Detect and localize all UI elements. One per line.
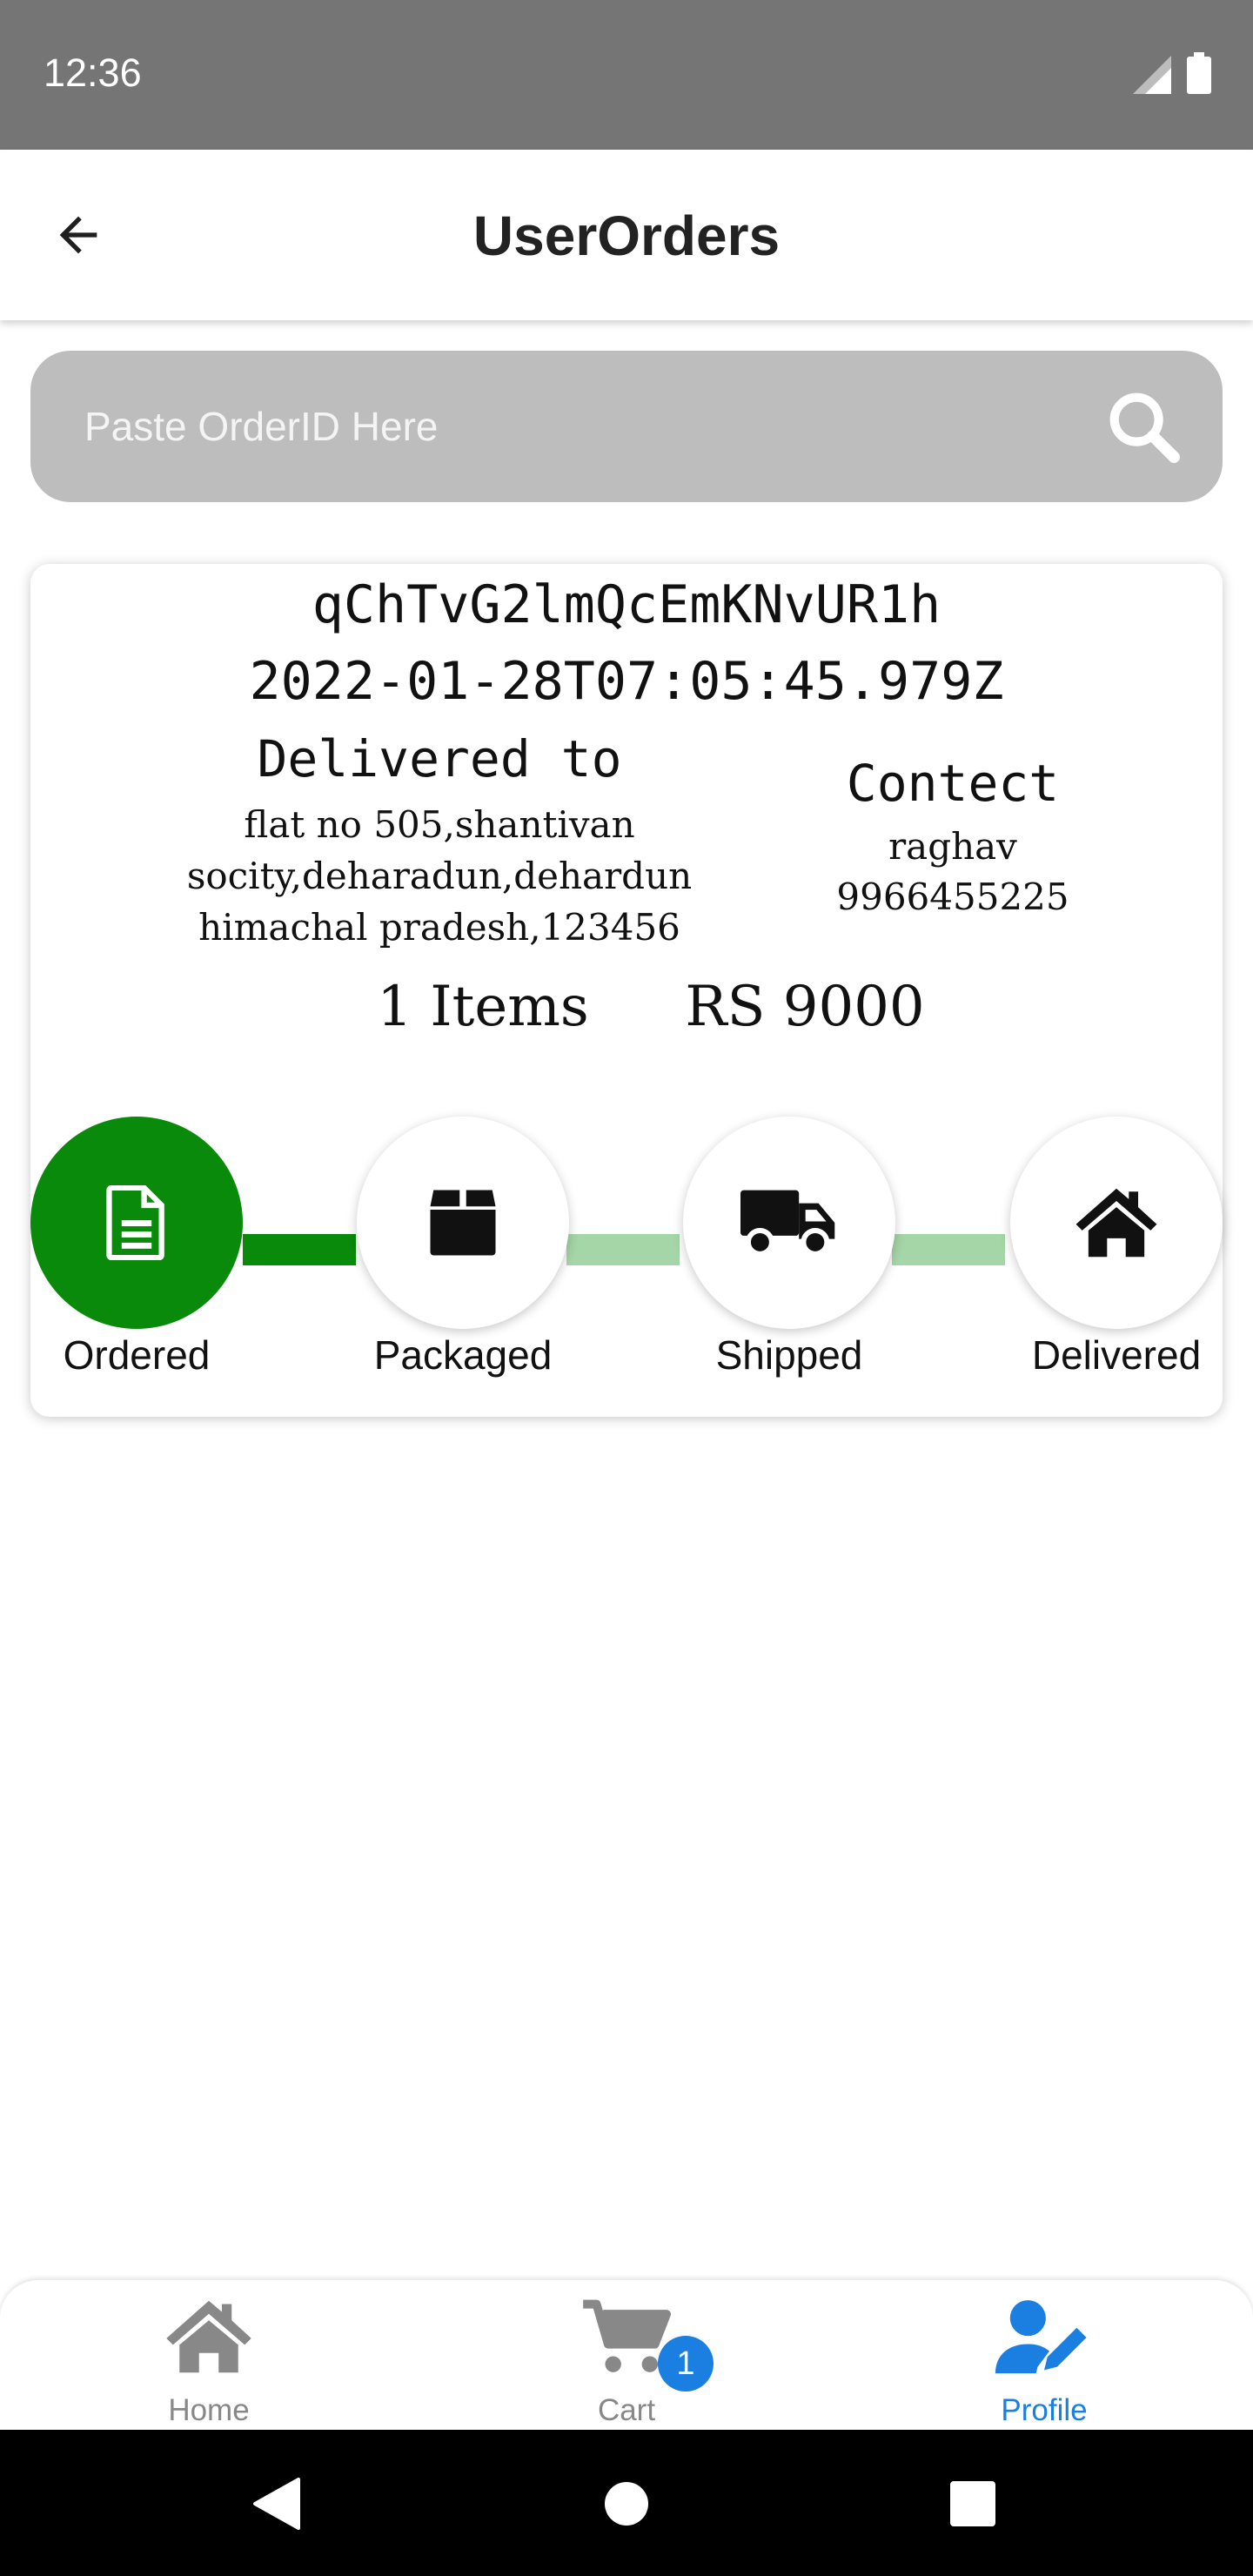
triangle-back-icon (253, 2478, 300, 2530)
items-count: 1 Items (377, 975, 589, 1039)
step-label: Packaged (373, 1332, 553, 1378)
step-packaged (357, 1117, 569, 1329)
user-edit-icon (995, 2300, 1087, 2374)
bottom-nav: Home 1 Cart Profile (0, 2280, 1253, 2430)
step-ordered (30, 1117, 243, 1329)
nav-home[interactable]: Home (87, 2280, 331, 2430)
nav-cart[interactable]: 1 Cart (505, 2280, 748, 2430)
address-line: himachal pradesh,123456 (198, 906, 680, 949)
truck-icon (740, 1190, 835, 1257)
box-icon (430, 1190, 496, 1256)
home-icon (1075, 1188, 1157, 1258)
contact-phone: 9966455225 (836, 875, 1069, 918)
square-recents-icon (950, 2481, 995, 2526)
search-button[interactable] (1102, 386, 1184, 467)
order-date: 2022-01-28T07:05:45.979Z (249, 651, 1004, 712)
nav-label: Profile (1001, 2393, 1088, 2427)
file-icon (106, 1185, 164, 1260)
step-label: Ordered (63, 1332, 211, 1378)
total-price: RS 9000 (685, 975, 925, 1039)
step-label: Delivered (1031, 1332, 1202, 1378)
step-delivered (1010, 1117, 1223, 1329)
contact-heading: Contect (846, 754, 1060, 813)
order-id-search-input[interactable] (84, 351, 1042, 502)
system-home-button[interactable] (587, 2465, 666, 2543)
address-line: socity,deharadun,dehardun (186, 855, 693, 897)
system-nav-bar (0, 2430, 1253, 2576)
step-shipped (683, 1117, 895, 1329)
search-icon (1109, 392, 1180, 463)
cart-count-badge: 1 (658, 2336, 714, 2392)
status-icons (1133, 52, 1211, 98)
order-id: qChTvG2lmQcEmKNvUR1h (312, 574, 941, 635)
home-icon (166, 2300, 251, 2373)
status-bar: 12:36 (0, 0, 1253, 150)
progress-line-completed (243, 1234, 356, 1265)
page-title: UserOrders (472, 205, 781, 267)
status-time: 12:36 (44, 50, 142, 95)
delivered-to-heading: Delivered to (257, 729, 622, 788)
nav-profile[interactable]: Profile (922, 2280, 1166, 2430)
nav-label: Cart (597, 2393, 656, 2427)
signal-icon (1133, 56, 1171, 98)
address-line: flat no 505,shantivan (244, 803, 635, 846)
delivery-address: flat no 505,shantivan socity,deharadun,d… (144, 799, 735, 953)
search-bar (30, 351, 1223, 502)
nav-label: Home (168, 2393, 250, 2427)
app-bar: UserOrders (0, 150, 1253, 320)
progress-line-pending (566, 1234, 680, 1265)
order-card: qChTvG2lmQcEmKNvUR1h 2022-01-28T07:05:45… (30, 564, 1223, 1417)
progress-line-pending (892, 1234, 1005, 1265)
circle-home-icon (605, 2482, 648, 2526)
system-recents-button[interactable] (934, 2465, 1012, 2543)
battery-icon (1187, 52, 1211, 98)
contact-name: raghav (888, 825, 1017, 868)
step-label: Shipped (715, 1332, 863, 1378)
system-back-button[interactable] (237, 2465, 315, 2543)
